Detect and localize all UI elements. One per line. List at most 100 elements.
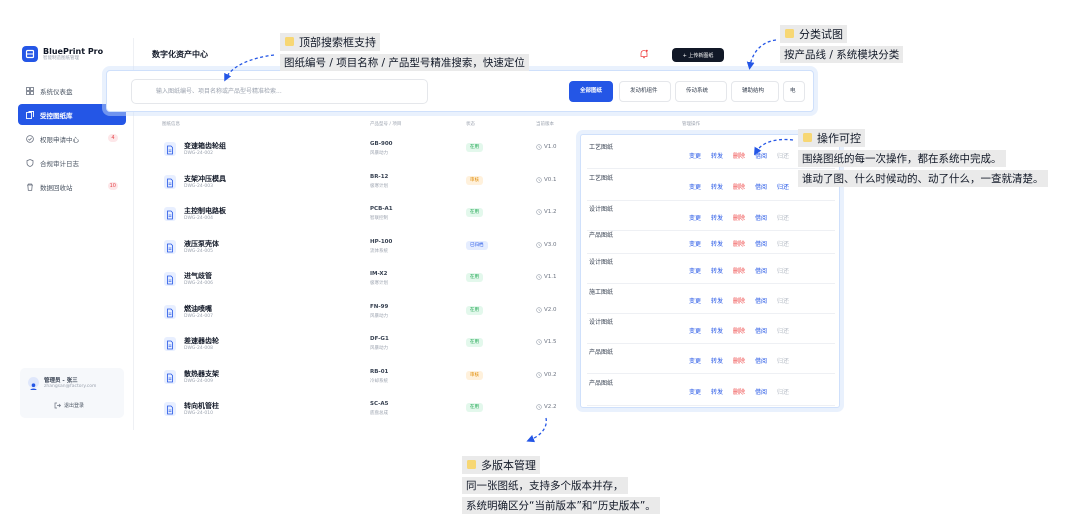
version-tag[interactable]: V3.0 bbox=[536, 242, 557, 248]
action-2-button[interactable]: 删除 bbox=[733, 326, 755, 335]
action-4-button[interactable]: 归还 bbox=[777, 151, 799, 160]
sidebar-item-permission[interactable]: 权限申请中心 4 bbox=[18, 128, 126, 149]
action-2-button[interactable]: 删除 bbox=[733, 387, 755, 396]
tab-engine-parts[interactable]: 发动机组件 bbox=[619, 81, 671, 102]
action-1-button[interactable]: 转发 bbox=[711, 266, 733, 275]
action-1-button[interactable]: 转发 bbox=[711, 213, 733, 222]
search-input[interactable]: 输入图纸编号、项目名称或产品型号精准检索... bbox=[131, 79, 428, 104]
version-tag[interactable]: V2.0 bbox=[536, 307, 557, 313]
action-2-button[interactable]: 删除 bbox=[733, 151, 755, 160]
action-2-button[interactable]: 删除 bbox=[733, 239, 755, 248]
action-3-button[interactable]: 借阅 bbox=[755, 182, 777, 191]
action-3-button[interactable]: 借阅 bbox=[755, 387, 777, 396]
drawing-name[interactable]: 进气歧管 bbox=[184, 271, 212, 281]
action-1-button[interactable]: 转发 bbox=[711, 387, 733, 396]
action-3-button[interactable]: 借阅 bbox=[755, 356, 777, 365]
action-4-button[interactable]: 归还 bbox=[777, 296, 799, 305]
action-3-button[interactable]: 借阅 bbox=[755, 326, 777, 335]
drawing-name[interactable]: 变速箱齿轮组 bbox=[184, 141, 226, 151]
status-badge: 审核 bbox=[466, 370, 483, 380]
action-4-button[interactable]: 归还 bbox=[777, 239, 799, 248]
action-0-button[interactable]: 变更 bbox=[689, 296, 711, 305]
action-0-button[interactable]: 变更 bbox=[689, 266, 711, 275]
callout-line: 同一张图纸，支持多个版本并存， bbox=[462, 477, 628, 494]
version-label: V1.1 bbox=[544, 274, 557, 280]
version-tag[interactable]: V1.2 bbox=[536, 209, 557, 215]
action-3-button[interactable]: 借阅 bbox=[755, 266, 777, 275]
table-row[interactable]: 支架冲压模具 DWG-24-003 BR-12 极寒计划 审核 V0.1 bbox=[134, 167, 594, 199]
version-tag[interactable]: V1.0 bbox=[536, 144, 557, 150]
tab-auxiliary-structure[interactable]: 辅助结构 bbox=[731, 81, 779, 102]
version-tag[interactable]: V0.1 bbox=[536, 177, 557, 183]
action-4-button[interactable]: 归还 bbox=[777, 387, 799, 396]
count-badge: 10 bbox=[107, 182, 118, 190]
star-icon bbox=[803, 133, 812, 142]
action-3-button[interactable]: 借阅 bbox=[755, 151, 777, 160]
bell-icon[interactable] bbox=[638, 48, 650, 60]
action-3-button[interactable]: 借阅 bbox=[755, 239, 777, 248]
product-model: GB-900 bbox=[370, 141, 393, 147]
drawing-name[interactable]: 差速器齿轮 bbox=[184, 336, 219, 346]
drawing-name[interactable]: 液压泵壳体 bbox=[184, 239, 219, 249]
tab-all-drawings[interactable]: 全部图纸 bbox=[569, 81, 613, 102]
action-0-button[interactable]: 变更 bbox=[689, 182, 711, 191]
status-badge: 在用 bbox=[466, 143, 483, 152]
version-tag[interactable]: V2.2 bbox=[536, 404, 557, 410]
action-3-button[interactable]: 借阅 bbox=[755, 213, 777, 222]
action-0-button[interactable]: 变更 bbox=[689, 239, 711, 248]
tab-electric[interactable]: 电 bbox=[783, 81, 805, 102]
action-1-button[interactable]: 转发 bbox=[711, 151, 733, 160]
action-2-button[interactable]: 删除 bbox=[733, 266, 755, 275]
logo-icon bbox=[22, 46, 38, 62]
action-2-button[interactable]: 删除 bbox=[733, 213, 755, 222]
avatar bbox=[28, 377, 39, 390]
version-label: V3.0 bbox=[544, 241, 557, 248]
action-4-button[interactable]: 归还 bbox=[777, 266, 799, 275]
sidebar-item-audit[interactable]: 合规审计日志 bbox=[18, 152, 126, 173]
action-1-button[interactable]: 转发 bbox=[711, 356, 733, 365]
drawing-name[interactable]: 支架冲压模具 bbox=[184, 174, 226, 184]
table-row[interactable]: 差速器齿轮 DWG-24-008 DF-G1 风暴动力 在用 V1.5 bbox=[134, 329, 594, 361]
action-0-button[interactable]: 变更 bbox=[689, 213, 711, 222]
table-row[interactable]: 液压泵壳体 DWG-24-005 HP-100 流体系统 已归档 V3.0 bbox=[134, 232, 594, 264]
action-3-button[interactable]: 借阅 bbox=[755, 296, 777, 305]
action-4-button[interactable]: 归还 bbox=[777, 213, 799, 222]
action-1-button[interactable]: 转发 bbox=[711, 182, 733, 191]
brand[interactable]: BluePrint Pro 智能制造图纸管理 bbox=[22, 46, 103, 62]
status-badge: 已归档 bbox=[466, 240, 488, 250]
project-name: 风暴动力 bbox=[370, 151, 388, 156]
logout-button[interactable]: 退出登录 bbox=[54, 402, 84, 409]
table-row[interactable]: 进气歧管 DWG-24-006 IM-X2 极寒计划 在用 V1.1 bbox=[134, 264, 594, 296]
tab-transmission[interactable]: 传动系统 bbox=[675, 81, 727, 102]
table-row[interactable]: 变速箱齿轮组 DWG-24-002 GB-900 风暴动力 在用 V1.0 bbox=[134, 134, 594, 166]
drawing-name[interactable]: 散热器支架 bbox=[184, 369, 219, 379]
upload-button[interactable]: + 上传新图纸 bbox=[672, 48, 724, 62]
version-tag[interactable]: V0.2 bbox=[536, 372, 557, 378]
table-row[interactable]: 燃油喷嘴 DWG-24-007 FN-99 风暴动力 在用 V2.0 bbox=[134, 297, 594, 329]
action-4-button[interactable]: 归还 bbox=[777, 182, 799, 191]
table-row[interactable]: 转向机管柱 DWG-24-010 SC-A5 底盘总成 在用 V2.2 bbox=[134, 394, 594, 426]
action-2-button[interactable]: 删除 bbox=[733, 296, 755, 305]
action-1-button[interactable]: 转发 bbox=[711, 296, 733, 305]
drawing-name[interactable]: 燃油喷嘴 bbox=[184, 304, 212, 314]
table-row[interactable]: 散热器支架 DWG-24-009 RB-01 冷却系统 审核 V0.2 bbox=[134, 362, 594, 394]
action-0-button[interactable]: 变更 bbox=[689, 326, 711, 335]
status-badge: 在用 bbox=[466, 338, 483, 347]
drawing-name[interactable]: 主控制电路板 bbox=[184, 206, 226, 216]
action-4-button[interactable]: 归还 bbox=[777, 326, 799, 335]
action-0-button[interactable]: 变更 bbox=[689, 387, 711, 396]
product-model: BR-12 bbox=[370, 173, 389, 180]
version-tag[interactable]: V1.5 bbox=[536, 339, 557, 345]
action-4-button[interactable]: 归还 bbox=[777, 356, 799, 365]
action-2-button[interactable]: 删除 bbox=[733, 356, 755, 365]
drawing-name[interactable]: 转向机管柱 bbox=[184, 401, 219, 411]
sidebar-item-recycle[interactable]: 数据回收站 10 bbox=[18, 176, 126, 197]
action-0-button[interactable]: 变更 bbox=[689, 151, 711, 160]
action-2-button[interactable]: 删除 bbox=[733, 182, 755, 191]
version-tag[interactable]: V1.1 bbox=[536, 274, 557, 280]
table-row[interactable]: 主控制电路板 DWG-24-004 PCB-A1 智联控制 在用 V1.2 bbox=[134, 199, 594, 231]
action-1-button[interactable]: 转发 bbox=[711, 326, 733, 335]
action-1-button[interactable]: 转发 bbox=[711, 239, 733, 248]
action-0-button[interactable]: 变更 bbox=[689, 356, 711, 365]
sidebar-item-label: 受控图纸库 bbox=[40, 111, 73, 120]
